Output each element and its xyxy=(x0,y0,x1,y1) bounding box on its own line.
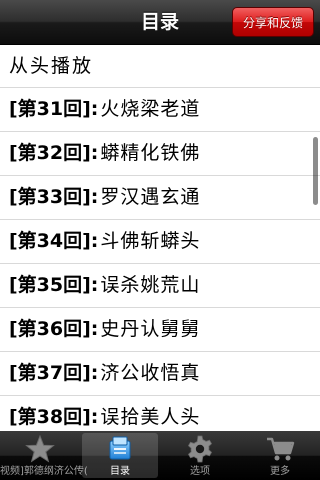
share-feedback-button[interactable]: 分享和反馈 xyxy=(232,7,314,37)
list-item-title: 斗佛斩蟒头 xyxy=(100,230,201,252)
list-item[interactable]: [第33回]: 罗汉遇玄通 xyxy=(0,176,320,220)
tab-more[interactable]: 更多 xyxy=(242,433,318,478)
list-item-number: [第32回]: xyxy=(9,142,99,164)
app-screen: 目录 分享和反馈 从头播放 [第31回]: 火烧梁老道 [第32回]: 蟒精化铁佛 … xyxy=(0,0,320,480)
play-from-start-item[interactable]: 从头播放 xyxy=(0,45,320,88)
list-item-number: [第34回]: xyxy=(9,230,99,252)
tab-bar: 视频]郭德纲济公传(下) 目录 xyxy=(0,431,320,480)
list-item[interactable]: [第38回]: 误拾美人头 xyxy=(0,396,320,435)
list-item-number: [第37回]: xyxy=(9,362,99,384)
tab-label: 更多 xyxy=(270,466,290,477)
list-item[interactable]: [第35回]: 误杀姚荒山 xyxy=(0,264,320,308)
tab-label: 视频]郭德纲济公传(下) xyxy=(0,466,88,477)
list-item[interactable]: [第37回]: 济公收悟真 xyxy=(0,352,320,396)
list-item[interactable]: [第36回]: 史丹认舅舅 xyxy=(0,308,320,352)
tab-video[interactable]: 视频]郭德纲济公传(下) xyxy=(0,433,88,478)
tab-options[interactable]: 选项 xyxy=(162,433,238,478)
book-icon xyxy=(105,435,135,463)
star-icon xyxy=(25,434,55,463)
list-item[interactable]: [第31回]: 火烧梁老道 xyxy=(0,88,320,132)
list-item-title: 蟒精化铁佛 xyxy=(100,142,201,164)
list-item-title: 史丹认舅舅 xyxy=(100,318,201,340)
cart-icon xyxy=(265,435,295,463)
navigation-bar: 目录 分享和反馈 xyxy=(0,0,320,45)
list-item-title: 火烧梁老道 xyxy=(100,98,201,120)
list-item-number: [第33回]: xyxy=(9,186,99,208)
list-item-title: 误杀姚荒山 xyxy=(100,274,201,296)
list-item-number: [第31回]: xyxy=(9,98,99,120)
list-item-title: 误拾美人头 xyxy=(100,406,201,428)
gear-icon xyxy=(185,435,215,463)
tab-catalog[interactable]: 目录 xyxy=(82,433,158,478)
list-item-title: 从头播放 xyxy=(9,55,94,77)
chapter-list[interactable]: 从头播放 [第31回]: 火烧梁老道 [第32回]: 蟒精化铁佛 [第33回]: 罗汉… xyxy=(0,45,320,435)
list-item-number: [第38回]: xyxy=(9,406,99,428)
list-item[interactable]: [第32回]: 蟒精化铁佛 xyxy=(0,132,320,176)
tab-label: 选项 xyxy=(190,466,210,477)
tab-label: 目录 xyxy=(110,466,130,477)
scroll-indicator[interactable] xyxy=(313,137,318,205)
list-item-title: 罗汉遇玄通 xyxy=(100,186,201,208)
list-item-title: 济公收悟真 xyxy=(100,362,201,384)
list-item-number: [第35回]: xyxy=(9,274,99,296)
list-item[interactable]: [第34回]: 斗佛斩蟒头 xyxy=(0,220,320,264)
list-item-number: [第36回]: xyxy=(9,318,99,340)
